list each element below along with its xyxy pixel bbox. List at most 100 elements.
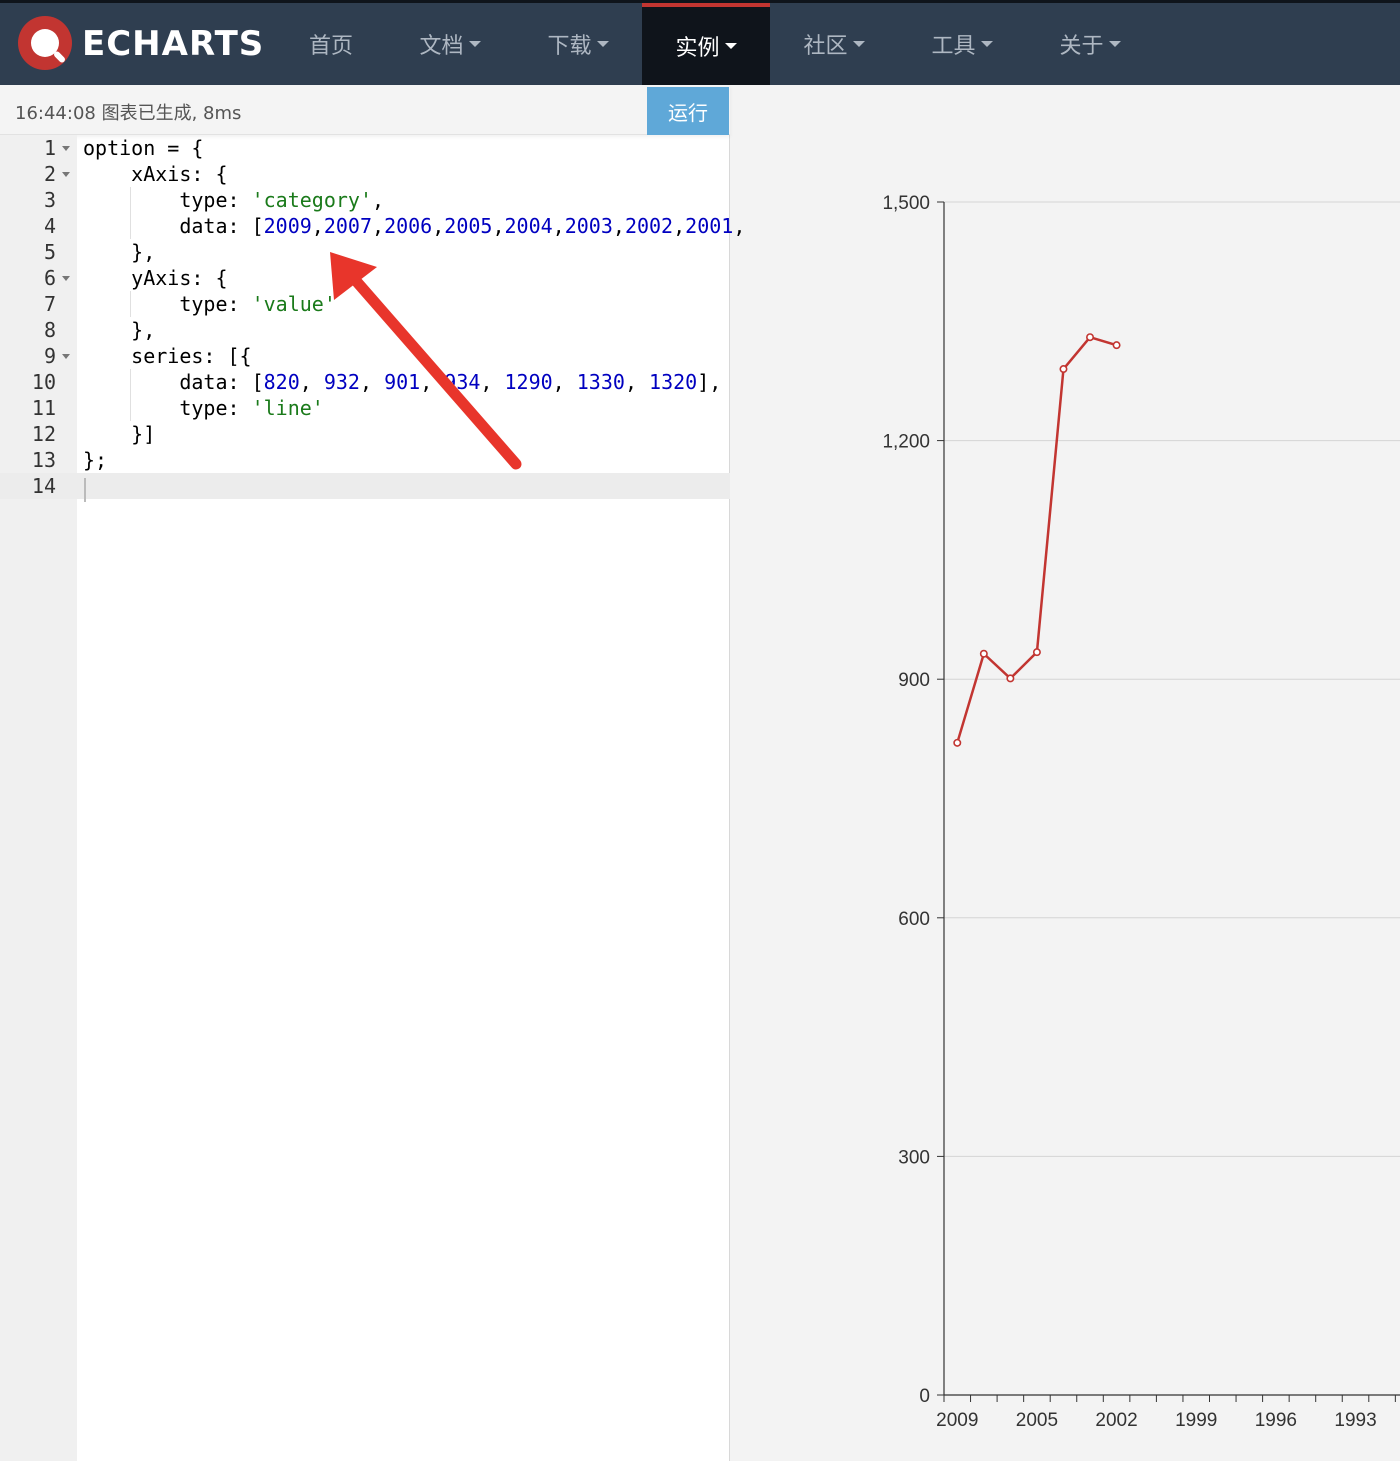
code-token: ,: [432, 214, 445, 238]
code-token: ],: [697, 370, 722, 394]
y-tick-label: 900: [898, 670, 930, 691]
code-token: yAxis: {: [83, 266, 228, 290]
code-line[interactable]: 8 },: [0, 317, 730, 343]
code-line[interactable]: 7 type: 'value': [0, 291, 730, 317]
chevron-down-icon: [596, 41, 609, 47]
chart-preview-panel[interactable]: 0 300 600 900 1,200 1,500 2009 2005 2002 1999 1996…: [731, 85, 1400, 1461]
code-token: ,: [372, 214, 385, 238]
nav-item-label: 工具: [931, 34, 976, 59]
code-token: 820: [263, 370, 300, 394]
code-token: ,: [311, 214, 324, 238]
code-text: data: [2009,2007,2006,2005,2004,2003,200…: [83, 213, 745, 239]
editor-status-bar: 16:44:08 图表已生成, 8ms 运行: [0, 85, 730, 135]
code-token: 2004: [504, 214, 553, 238]
nav-item-5[interactable]: 工具: [906, 3, 1018, 85]
code-line[interactable]: 1 option = {: [0, 135, 730, 161]
code-line[interactable]: 9 series: [{: [0, 343, 730, 369]
code-token: data: [: [83, 370, 264, 394]
line-number: 3: [43, 188, 56, 212]
line-chart[interactable]: 0 300 600 900 1,200 1,500 2009 2005 2002 1999 1996…: [731, 85, 1400, 1461]
nav-item-2[interactable]: 下载: [522, 3, 634, 85]
nav-item-label: 下载: [547, 34, 592, 59]
chevron-down-icon: [1108, 41, 1121, 47]
line-number: 14: [31, 474, 56, 498]
code-token: 2006: [384, 214, 433, 238]
line-number: 12: [31, 422, 56, 446]
code-token: 1290: [504, 370, 553, 394]
text-cursor: [84, 478, 86, 502]
nav-item-3[interactable]: 实例: [642, 3, 770, 85]
fold-arrow-icon[interactable]: [62, 146, 70, 151]
indent-guide: [130, 187, 131, 239]
run-button[interactable]: 运行: [647, 87, 729, 135]
code-text: xAxis: {: [83, 161, 227, 187]
code-line[interactable]: 3 type: 'category',: [0, 187, 730, 213]
fold-arrow-icon[interactable]: [62, 354, 70, 359]
code-line[interactable]: 14: [0, 473, 730, 499]
nav-item-1[interactable]: 文档: [394, 3, 506, 85]
fold-arrow-icon[interactable]: [62, 276, 70, 281]
code-token: ,: [492, 214, 505, 238]
line-number: 9: [43, 344, 56, 368]
chevron-down-icon: [852, 41, 865, 47]
logo-inner-circle: [31, 29, 67, 64]
code-line[interactable]: 2 xAxis: {: [0, 161, 730, 187]
x-tick-label: 2005: [1016, 1410, 1058, 1431]
code-line[interactable]: 13};: [0, 447, 730, 473]
y-tick-label: 1,500: [882, 193, 930, 214]
code-editor-panel: 16:44:08 图表已生成, 8ms 运行 14 13}; 12 }] 11 typ…: [0, 85, 745, 1461]
echarts-logo-icon[interactable]: [18, 16, 72, 70]
indent-guide: [130, 291, 131, 317]
code-text: yAxis: {: [83, 265, 228, 291]
code-token: ,: [420, 370, 445, 394]
chevron-down-icon: [468, 41, 481, 47]
code-token: 2009: [263, 214, 312, 238]
nav-item-6[interactable]: 关于: [1034, 3, 1146, 85]
code-line[interactable]: 4 data: [2009,2007,2006,2005,2004,2003,2…: [0, 213, 745, 239]
x-tick-label: 2009: [936, 1410, 978, 1431]
code-line[interactable]: 10 data: [820, 932, 901, 934, 1290, 1330…: [0, 369, 730, 395]
code-token: 'line': [251, 396, 324, 420]
code-text: type: 'line': [83, 395, 324, 421]
chevron-down-icon: [724, 43, 737, 49]
y-tick-label: 300: [898, 1147, 930, 1168]
code-token: data: [: [83, 214, 264, 238]
code-line[interactable]: 12 }]: [0, 421, 730, 447]
nav-item-4[interactable]: 社区: [778, 3, 890, 85]
code-line[interactable]: 11 type: 'line': [0, 395, 730, 421]
code-line[interactable]: 6 yAxis: {: [0, 265, 730, 291]
code-text: },: [83, 317, 155, 343]
code-token: },: [83, 240, 156, 264]
code-token: type:: [83, 396, 252, 420]
code-token: 934: [444, 370, 481, 394]
code-token: 2007: [323, 214, 373, 238]
code-token: option = {: [83, 136, 204, 160]
brand-name[interactable]: ECHARTS: [82, 22, 264, 66]
data-point: [1112, 341, 1121, 350]
code-token: 2005: [444, 214, 493, 238]
code-token: 2001: [685, 214, 734, 238]
line-number: 4: [43, 214, 56, 238]
code-token: 1320: [649, 370, 698, 394]
data-point: [1086, 333, 1095, 342]
nav-item-label: 社区: [803, 34, 848, 59]
data-point: [979, 649, 988, 658]
data-point: [1032, 648, 1041, 657]
data-point: [1059, 365, 1068, 374]
line-number: 6: [43, 266, 56, 290]
code-token: ,: [480, 370, 505, 394]
line-number: 8: [43, 318, 56, 342]
series-line: [956, 335, 1117, 744]
code-token: ,: [624, 370, 650, 394]
nav-item-0[interactable]: 首页: [278, 3, 384, 85]
fold-arrow-icon[interactable]: [62, 172, 70, 177]
code-token: ,: [673, 214, 686, 238]
code-token: type:: [83, 292, 252, 316]
x-tick-label: 1993: [1334, 1410, 1376, 1431]
nav-item-label: 首页: [308, 34, 353, 59]
code-line[interactable]: 5 },: [0, 239, 730, 265]
code-token: ,: [552, 214, 565, 238]
line-number: 1: [43, 136, 56, 160]
code-token: 'category': [251, 188, 372, 212]
y-tick-label: 0: [919, 1386, 930, 1407]
